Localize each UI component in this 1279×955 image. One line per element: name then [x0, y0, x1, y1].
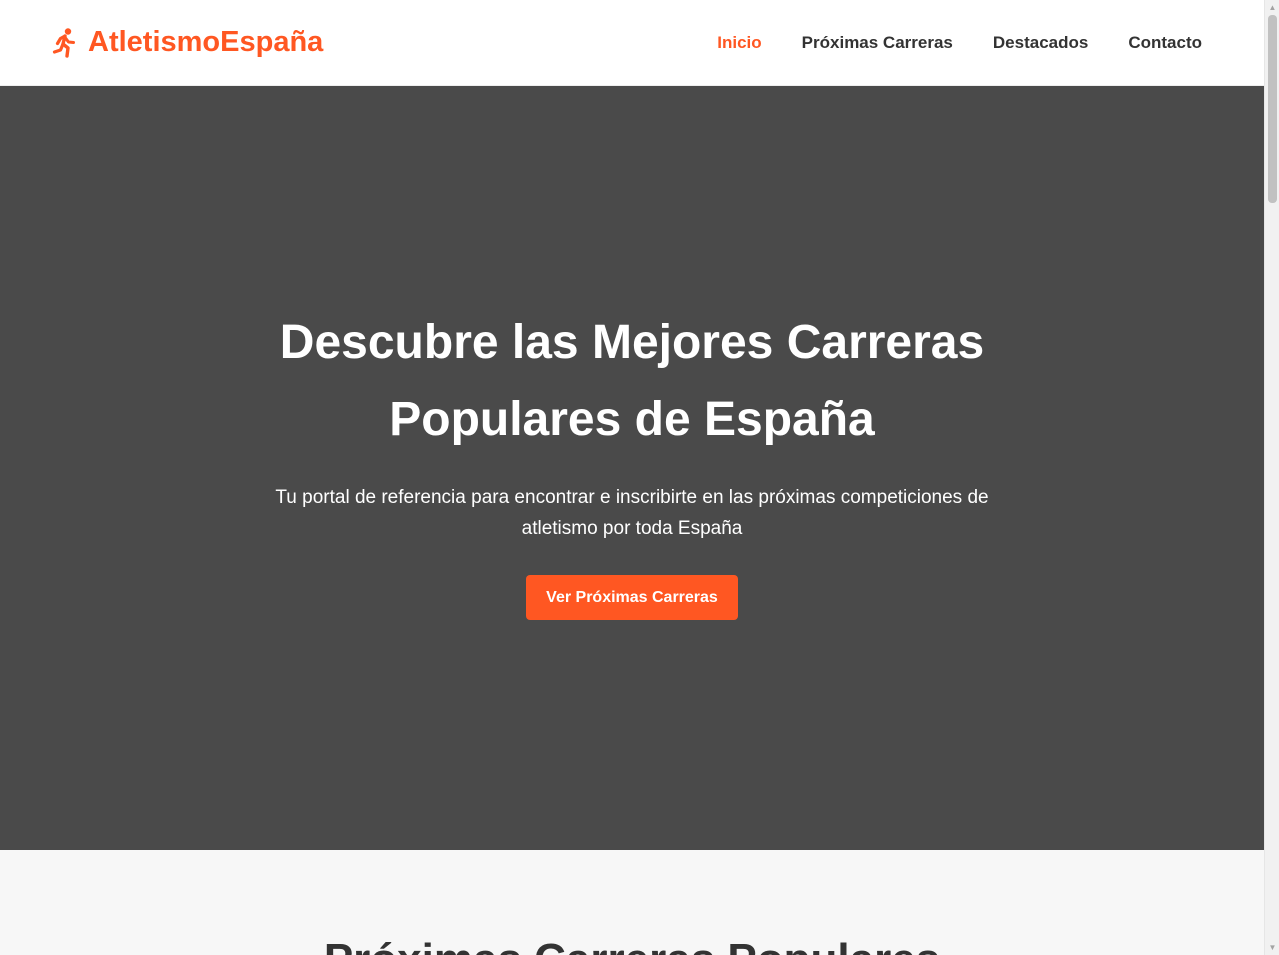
scroll-down-arrow-icon[interactable]: ▼ [1265, 940, 1279, 955]
scroll-up-arrow-icon[interactable]: ▲ [1265, 0, 1279, 15]
running-person-icon [52, 27, 78, 58]
brand-name: AtletismoEspaña [88, 26, 324, 58]
nav-item-proximas-carreras[interactable]: Próximas Carreras [802, 33, 953, 53]
hero-subtitle: Tu portal de referencia para encontrar e… [275, 487, 989, 539]
site-header: AtletismoEspaña Inicio Próximas Carreras… [0, 0, 1264, 86]
nav-item-inicio[interactable]: Inicio [717, 33, 761, 53]
scrollbar-thumb[interactable] [1268, 15, 1277, 203]
nav-item-contacto[interactable]: Contacto [1128, 33, 1202, 53]
hero-title: Descubre las Mejores Carreras Populares … [279, 316, 985, 446]
page: AtletismoEspaña Inicio Próximas Carreras… [0, 0, 1264, 955]
hero-section: Descubre las Mejores Carreras Populares … [0, 86, 1264, 850]
upcoming-races-section: Próximas Carreras Populares [0, 850, 1264, 955]
section-title: Próximas Carreras Populares [0, 938, 1264, 955]
vertical-scrollbar[interactable]: ▲ ▼ [1264, 0, 1279, 955]
brand-logo-link[interactable]: AtletismoEspaña [52, 26, 323, 59]
ver-proximas-carreras-button[interactable]: Ver Próximas Carreras [526, 575, 738, 620]
main-nav: Inicio Próximas Carreras Destacados Cont… [717, 33, 1202, 53]
nav-item-destacados[interactable]: Destacados [993, 33, 1088, 53]
